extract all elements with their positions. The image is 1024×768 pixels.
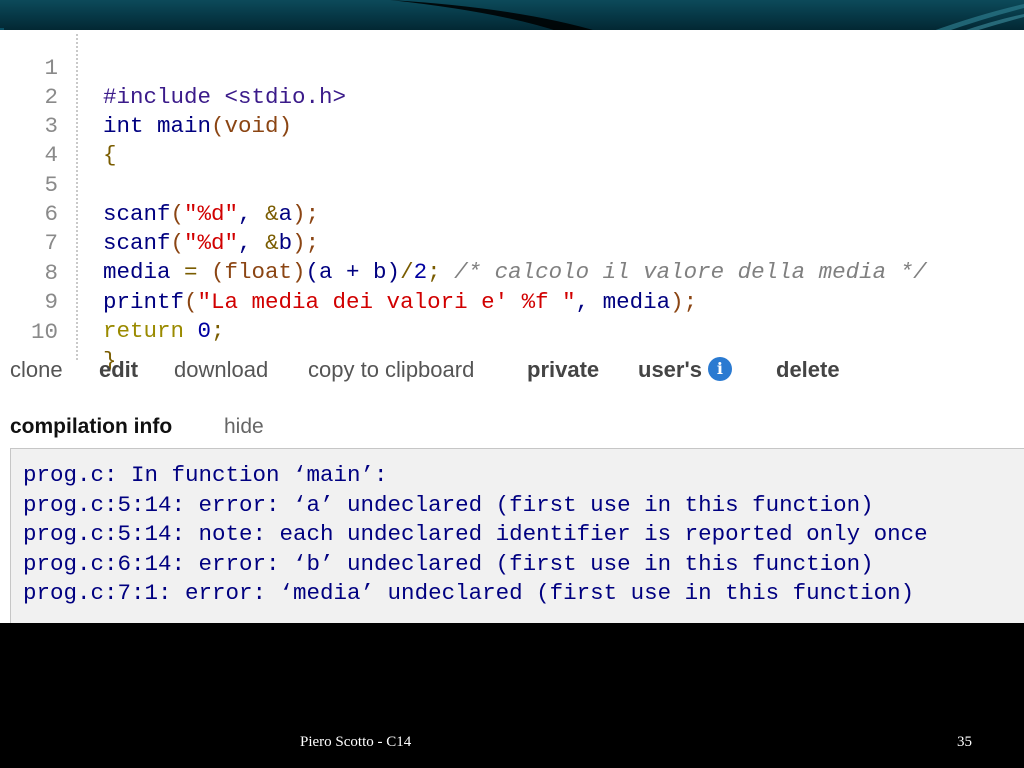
compiler-output-line: prog.c:5:14: note: each undeclared ident…: [23, 521, 928, 547]
edit-link[interactable]: edit: [99, 355, 138, 385]
code-line: 4: [0, 112, 1024, 168]
code-line: 8 printf("La media dei valori e' %f ", m…: [0, 230, 1024, 315]
code-line: 3 {: [0, 83, 1024, 168]
compiler-output-line: prog.c: In function ‘main’:: [23, 462, 388, 488]
slide-page-number: 35: [957, 734, 972, 750]
slide-header-band: [0, 0, 1024, 32]
code-line: 1 #include <stdio.h>: [0, 30, 1024, 110]
return-keyword: return: [103, 318, 185, 344]
slide-footer-author: Piero Scotto - C14: [300, 734, 412, 750]
compiler-output-line: prog.c:6:14: error: ‘b’ undeclared (firs…: [23, 551, 874, 577]
hide-link[interactable]: hide: [224, 412, 264, 442]
code-line: 6 scanf("%d", &b);: [0, 171, 1024, 256]
number-literal: 0: [197, 318, 212, 344]
users-label: user's: [638, 357, 702, 382]
users-link[interactable]: user's i: [638, 355, 732, 385]
code-line: 10 }: [0, 289, 1024, 374]
code-screenshot-panel: 1 #include <stdio.h> 2 int main(void) 3 …: [0, 30, 1024, 623]
copy-to-clipboard-link[interactable]: copy to clipboard: [308, 355, 474, 385]
semicolon: ;: [211, 318, 225, 344]
code-viewer: 1 #include <stdio.h> 2 int main(void) 3 …: [0, 30, 1024, 374]
compiler-output-line: prog.c:5:14: error: ‘a’ undeclared (firs…: [23, 492, 874, 518]
line-number: 10: [30, 319, 58, 345]
code-line: 7 media = (float)(a + b)/2; /* calcolo i…: [0, 200, 1024, 285]
delete-link[interactable]: delete: [776, 355, 840, 385]
download-link[interactable]: download: [174, 355, 268, 385]
compiler-output-box: prog.c: In function ‘main’: prog.c:5:14:…: [10, 448, 1024, 623]
private-toggle[interactable]: private: [527, 355, 599, 385]
paste-action-bar: clone edit download copy to clipboard pr…: [10, 355, 1020, 385]
info-icon[interactable]: i: [707, 357, 732, 381]
code-line: 9 return 0;: [0, 259, 1024, 344]
clone-link[interactable]: clone: [10, 355, 63, 385]
code-line: 2 int main(void): [0, 54, 1024, 139]
compilation-info-title: compilation info: [10, 415, 173, 438]
code-line: 5 scanf("%d", &a);: [0, 142, 1024, 227]
header-swoosh-decoration: [390, 0, 1024, 32]
compiler-output-line: prog.c:7:1: error: ‘media’ undeclared (f…: [23, 580, 915, 606]
